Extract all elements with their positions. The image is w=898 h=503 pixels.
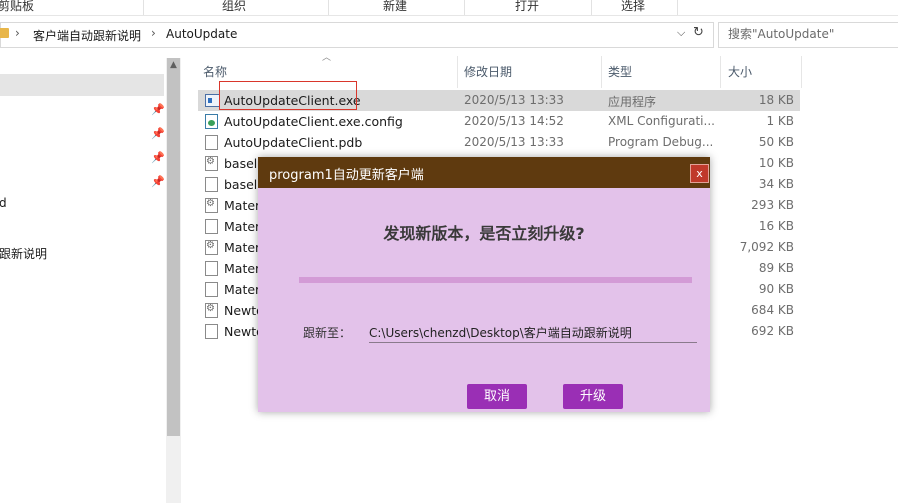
dll-icon [205, 303, 218, 318]
pin-icon[interactable]: 📌 [151, 127, 165, 140]
ribbon-label-open: 打开 [515, 0, 540, 13]
file-size: 692 KB [751, 324, 794, 338]
file-name[interactable]: Mater [224, 198, 260, 213]
file-size: 18 KB [758, 93, 794, 107]
file-name[interactable]: Mater [224, 282, 260, 297]
folder-icon [0, 28, 9, 38]
search-input[interactable] [728, 27, 898, 41]
dialog-title-bar[interactable]: program1自动更新客户端 [258, 157, 710, 188]
upgrade-button[interactable]: 升级 [563, 384, 623, 409]
ribbon-divider [677, 0, 678, 15]
update-dialog [258, 157, 710, 412]
annotation-highlight-box [219, 81, 357, 110]
ribbon-label-organize: 组织 [222, 0, 247, 13]
file-size: 293 KB [751, 198, 794, 212]
nav-scrollbar-thumb[interactable] [167, 58, 180, 436]
column-header-name[interactable]: 名称 [203, 63, 227, 80]
column-divider[interactable] [601, 56, 602, 88]
file-size: 684 KB [751, 303, 794, 317]
file-type: Program Debug... [608, 135, 714, 149]
ribbon-label-new: 新建 [383, 0, 408, 13]
ribbon-group-labels: 剪贴板 组织 新建 打开 选择 [0, 0, 898, 16]
update-path-field[interactable]: C:\Users\chenzd\Desktop\客户端自动跟新说明 [369, 324, 697, 343]
sort-ascending-icon: ︿ [322, 53, 332, 63]
dialog-title: program1自动更新客户端 [269, 168, 424, 183]
file-name[interactable]: Mater [224, 219, 260, 234]
dll-icon [205, 156, 218, 171]
file-size: 89 KB [758, 261, 794, 275]
column-divider[interactable] [801, 56, 802, 88]
file-size: 7,092 KB [739, 240, 794, 254]
address-bar[interactable]: › 客户端自动跟新说明 › AutoUpdate ⌵ ↻ [0, 22, 714, 48]
ribbon-label-clipboard: 剪贴板 [0, 0, 35, 13]
file-size: 90 KB [758, 282, 794, 296]
close-icon[interactable]: x [690, 164, 709, 183]
pin-icon[interactable]: 📌 [151, 151, 165, 164]
file-name[interactable]: Mater [224, 261, 260, 276]
column-header-date[interactable]: 修改日期 [464, 63, 512, 80]
nav-selected-item[interactable] [0, 74, 164, 96]
file-date: 2020/5/13 14:52 [464, 114, 564, 128]
ribbon-label-select: 选择 [621, 0, 646, 13]
refresh-icon[interactable]: ↻ [693, 25, 704, 40]
scroll-up-arrow-icon[interactable]: ▲ [170, 60, 177, 70]
file-name[interactable]: AutoUpdateClient.pdb [224, 135, 362, 150]
dll-icon [205, 198, 218, 213]
progress-bar [299, 277, 692, 283]
file-name[interactable]: Mater [224, 240, 260, 255]
search-box[interactable] [718, 22, 898, 48]
file-size: 34 KB [758, 177, 794, 191]
file-size: 16 KB [758, 219, 794, 233]
column-divider[interactable] [457, 56, 458, 88]
nav-item[interactable]: d [0, 196, 7, 210]
file-icon [205, 177, 218, 192]
file-date: 2020/5/13 13:33 [464, 135, 564, 149]
breadcrumb-item-current[interactable]: AutoUpdate [166, 27, 237, 41]
breadcrumb-separator-icon: › [151, 26, 156, 40]
column-divider[interactable] [720, 56, 721, 88]
dll-icon [205, 240, 218, 255]
pin-icon[interactable]: 📌 [151, 103, 165, 116]
config-file-icon [205, 114, 218, 129]
file-name[interactable]: baseli [224, 156, 261, 171]
ribbon-divider [328, 0, 329, 15]
nav-item[interactable]: 跟新说明 [0, 245, 47, 262]
pin-icon[interactable]: 📌 [151, 175, 165, 188]
breadcrumb-separator-icon: › [15, 26, 20, 40]
ribbon-divider [591, 0, 592, 15]
ribbon-divider [143, 0, 144, 15]
breadcrumb-item-parent[interactable]: 客户端自动跟新说明 [33, 27, 141, 44]
file-icon [205, 261, 218, 276]
cancel-button[interactable]: 取消 [467, 384, 527, 409]
exe-icon [205, 94, 220, 107]
file-date: 2020/5/13 13:33 [464, 93, 564, 107]
dialog-question: 发现新版本，是否立刻升级? [383, 224, 585, 243]
ribbon-divider [464, 0, 465, 15]
file-icon [205, 135, 218, 150]
file-icon [205, 324, 218, 339]
file-name[interactable]: AutoUpdateClient.exe.config [224, 114, 403, 129]
file-type: 应用程序 [608, 95, 657, 109]
file-size: 1 KB [766, 114, 794, 128]
column-header-size[interactable]: 大小 [728, 63, 752, 80]
file-icon [205, 282, 218, 297]
update-to-label: 跟新至： [303, 326, 352, 340]
file-icon [205, 219, 218, 234]
file-name[interactable]: baseli [224, 177, 261, 192]
file-size: 50 KB [758, 135, 794, 149]
chevron-down-icon[interactable]: ⌵ [677, 26, 685, 40]
file-size: 10 KB [758, 156, 794, 170]
file-type: XML Configurati... [608, 114, 715, 128]
column-header-type[interactable]: 类型 [608, 63, 632, 80]
